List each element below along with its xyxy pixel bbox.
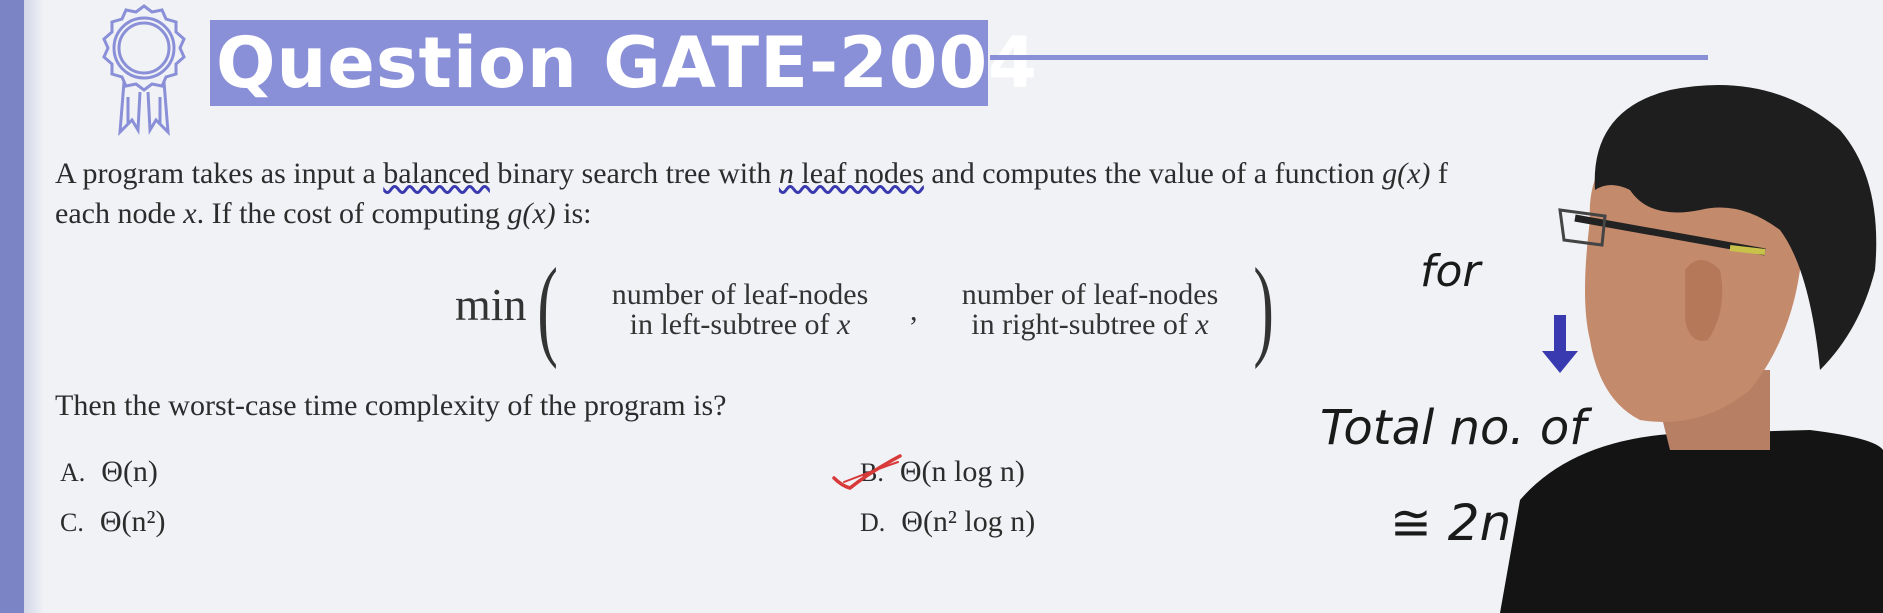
presenter-figure: [1500, 85, 1883, 613]
formula-left-term: number of leaf-nodes in left-subtree of …: [611, 278, 869, 341]
formula-right-paren: ): [1253, 246, 1274, 370]
slide-title: Question GATE-2004: [216, 22, 1038, 104]
left-bar-shadow: [24, 0, 44, 613]
formula-right-term: number of leaf-nodes in right-subtree of…: [961, 278, 1219, 341]
formula-left-paren: (: [537, 246, 558, 370]
question-line-1: A program takes as input a balanced bina…: [55, 157, 1448, 190]
formula-min: min: [455, 279, 527, 330]
option-c[interactable]: C. Θ(n²): [60, 504, 165, 541]
award-medal-icon: [102, 4, 186, 136]
left-accent-bar: [0, 0, 24, 613]
question-line-2: each node x. If the cost of computing g(…: [55, 197, 592, 230]
title-rule: [990, 55, 1708, 60]
correct-checkmark-icon: [832, 454, 902, 490]
leaf-nodes-underlined: leaf nodes: [793, 157, 924, 190]
option-a[interactable]: A. Θ(n): [60, 454, 158, 491]
question-prompt: Then the worst-case time complexity of t…: [55, 389, 727, 422]
balanced-underlined: balanced: [383, 157, 490, 190]
cost-formula: min ( number of leaf-nodes in left-subtr…: [455, 252, 1285, 364]
formula-comma: ,: [910, 294, 918, 327]
n-variable: n: [778, 157, 794, 190]
handwritten-for: for: [1420, 246, 1481, 297]
option-d[interactable]: D. Θ(n² log n): [860, 504, 1035, 541]
